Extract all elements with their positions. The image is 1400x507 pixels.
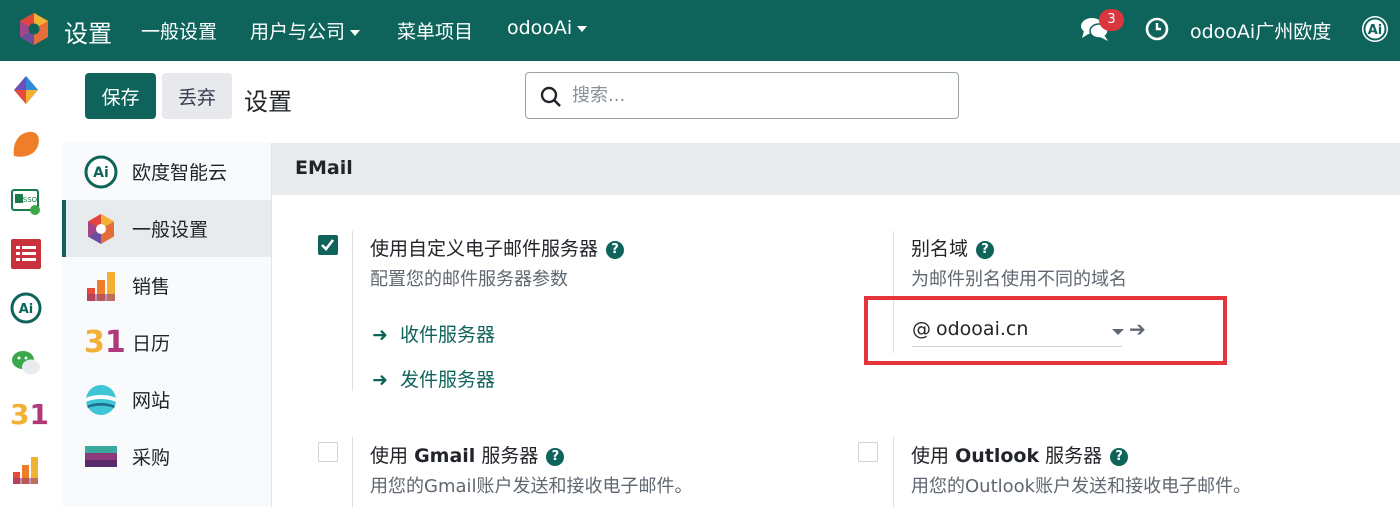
option-title-text: 使用: [370, 445, 409, 467]
page-title: 设置: [244, 88, 292, 116]
help-icon[interactable]: ?: [976, 241, 995, 259]
gmail-server-checkbox[interactable]: [318, 442, 338, 462]
sidebar-item-label: 欧度智能云: [132, 162, 228, 184]
search-box[interactable]: [525, 72, 959, 119]
orange-blob-app-icon[interactable]: [10, 128, 42, 160]
svg-text:Ai: Ai: [19, 302, 34, 317]
purchase-icon: [85, 445, 117, 467]
alias-domain-title: 别名域?: [911, 234, 995, 261]
link-label: 收件服务器: [400, 324, 496, 346]
caret-down-icon: [350, 29, 361, 36]
gmail-server-title: 使用 Gmail 服务器?: [370, 441, 565, 468]
menu-odooai[interactable]: odooAi: [507, 17, 588, 39]
incoming-mail-server-link[interactable]: ➜ 收件服务器: [372, 320, 495, 347]
menu-users-companies[interactable]: 用户与公司: [250, 17, 361, 44]
sidebar-item-label: 一般设置: [132, 219, 209, 241]
custom-mail-server-checkbox[interactable]: [318, 235, 338, 255]
sidebar-item-label: 销售: [132, 276, 171, 298]
divider: [352, 231, 353, 391]
divider: [352, 437, 353, 507]
help-icon[interactable]: ?: [1110, 448, 1129, 466]
svg-text:SSO: SSO: [23, 196, 38, 204]
sidebar-item-label: 采购: [132, 447, 171, 469]
website-icon: [86, 384, 116, 415]
menu-menu-items[interactable]: 菜单项目: [397, 17, 473, 44]
annotation-highlight-box: [864, 296, 1227, 365]
gmail-server-desc: 用您的Gmail账户发送和接收电子邮件。: [370, 476, 693, 497]
sales-app-icon[interactable]: [10, 454, 42, 486]
outlook-server-checkbox[interactable]: [858, 442, 878, 462]
option-title-text: 服务器: [1045, 445, 1103, 467]
check-icon: [321, 239, 335, 251]
menu-general-settings[interactable]: 一般设置: [141, 17, 217, 44]
svg-text:Ai: Ai: [1368, 23, 1383, 38]
arrow-right-icon: ➜: [372, 369, 388, 391]
sales-icon: [87, 271, 115, 301]
app-rail: SSO Ai 31: [0, 61, 62, 507]
sidebar-item-general-settings[interactable]: 一般设置: [62, 200, 271, 257]
settings-sidebar: Ai 欧度智能云 一般设置 销售 31 日历 网站 采购: [62, 143, 272, 507]
calendar-icon: 31: [84, 324, 126, 360]
option-title-text: 别名域: [911, 238, 969, 260]
arrow-right-icon: ➜: [372, 324, 388, 346]
outgoing-mail-server-link[interactable]: ➜ 发件服务器: [372, 365, 495, 392]
option-title-bold: Gmail: [414, 445, 476, 467]
custom-mail-server-desc: 配置您的邮件服务器参数: [370, 269, 568, 290]
menu-label: 用户与公司: [250, 21, 346, 43]
option-title-text: 服务器: [481, 445, 539, 467]
wechat-app-icon[interactable]: [10, 347, 42, 379]
sidebar-item-calendar[interactable]: 31 日历: [62, 314, 271, 371]
option-title-text: 使用: [911, 445, 950, 467]
menu-label: 菜单项目: [397, 21, 474, 43]
settings-content: EMail 使用自定义电子邮件服务器? 配置您的邮件服务器参数 ➜ 收件服务器 ➜…: [272, 143, 1400, 507]
link-label: 发件服务器: [400, 369, 496, 391]
user-avatar-icon[interactable]: Ai: [1361, 15, 1389, 43]
calendar-app-icon[interactable]: 31: [10, 399, 49, 431]
kite-app-icon[interactable]: [10, 74, 42, 106]
sidebar-item-website[interactable]: 网站: [62, 371, 271, 428]
option-title-text: 使用自定义电子邮件服务器: [370, 238, 599, 260]
section-title: EMail: [295, 157, 353, 179]
svg-text:Ai: Ai: [93, 165, 109, 181]
outlook-server-desc: 用您的Outlook账户发送和接收电子邮件。: [911, 476, 1252, 497]
list-app-icon[interactable]: [10, 238, 42, 270]
caret-down-icon: [577, 25, 588, 32]
save-button[interactable]: 保存: [85, 73, 156, 119]
sidebar-item-label: 日历: [132, 333, 171, 355]
menu-label: odooAi: [507, 17, 573, 39]
option-title-bold: Outlook: [955, 445, 1040, 467]
control-panel: 保存 丢弃 设置: [62, 61, 1400, 143]
top-navbar: 设置 一般设置 用户与公司 菜单项目 odooAi 3 odooAi广州欧度 A…: [0, 0, 1400, 61]
sidebar-item-label: 网站: [132, 390, 171, 412]
sso-app-icon[interactable]: SSO: [10, 185, 42, 217]
alias-domain-desc: 为邮件别名使用不同的域名: [911, 269, 1127, 290]
menu-label: 一般设置: [141, 21, 218, 43]
activity-clock-icon[interactable]: [1145, 17, 1169, 41]
app-title[interactable]: 设置: [64, 14, 112, 49]
company-user-name[interactable]: odooAi广州欧度: [1190, 17, 1331, 44]
discard-button[interactable]: 丢弃: [162, 73, 232, 119]
help-icon[interactable]: ?: [546, 448, 565, 466]
odoo-ai-app-icon[interactable]: Ai: [10, 292, 42, 324]
help-icon[interactable]: ?: [606, 241, 625, 259]
search-icon: [540, 86, 561, 107]
message-count-badge: 3: [1099, 9, 1124, 31]
sidebar-item-sales[interactable]: 销售: [62, 257, 271, 314]
odoo-apps-icon[interactable]: [17, 12, 51, 46]
sidebar-item-purchase[interactable]: 采购: [62, 428, 271, 485]
outlook-server-title: 使用 Outlook 服务器?: [911, 441, 1129, 468]
divider: [893, 437, 894, 507]
sidebar-item-odoo-ai[interactable]: Ai 欧度智能云: [62, 143, 271, 200]
odoo-ai-icon: Ai: [84, 155, 118, 188]
general-settings-icon: [88, 213, 114, 244]
search-input[interactable]: [572, 81, 942, 109]
custom-mail-server-title: 使用自定义电子邮件服务器?: [370, 234, 625, 261]
section-header: EMail: [272, 143, 1400, 195]
